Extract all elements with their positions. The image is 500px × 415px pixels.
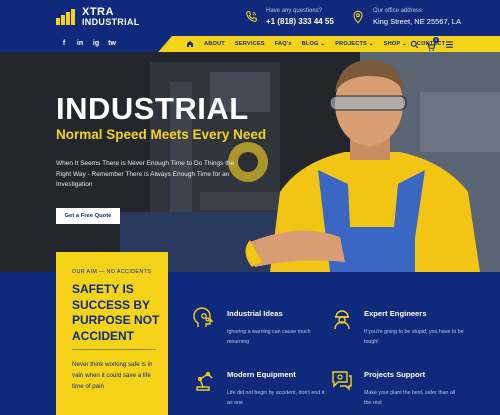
cart-icon (426, 43, 436, 51)
page: XTRA INDUSTRIAL Have any questions? +1 (… (0, 0, 500, 415)
social-links: f in ig tw (60, 39, 116, 49)
menu-hamburger-icon[interactable] (445, 40, 454, 49)
nav-menu: ABOUT SERVICES FAQ's BLOG ⌄ PROJECTS ⌄ S… (186, 36, 445, 52)
phone-number[interactable]: +1 (818) 333 44 55 (266, 16, 334, 27)
aim-title: SAFETY IS SUCCESS BY PURPOSE NOT ACCIDEN… (72, 282, 160, 343)
feature-text: Ignoring a warning can cause much mourni… (227, 329, 311, 345)
logo-bars-icon (56, 9, 76, 25)
hero-description: When It Seems There is Never Enough Time… (56, 160, 235, 188)
hero-title: INDUSTRIAL (56, 91, 249, 126)
facebook-icon[interactable]: f (60, 39, 68, 49)
feature-title: Modern Equipment (227, 370, 296, 379)
logo-text: XTRA INDUSTRIAL (82, 6, 140, 28)
feature-text: If you're going to be stupid, you have t… (364, 329, 464, 345)
address-contact[interactable]: Our office address King Street, NE 25567… (351, 7, 461, 27)
feature-text: Life did not begin by accident, don't en… (227, 390, 325, 406)
nav-faqs[interactable]: FAQ's (275, 41, 292, 47)
instagram-icon[interactable]: ig (92, 39, 100, 49)
top-header: XTRA INDUSTRIAL Have any questions? +1 (… (0, 0, 500, 36)
aim-card: OUR AIM — NO ACCIDENTS SAFETY IS SUCCESS… (56, 252, 168, 415)
twitter-icon[interactable]: tw (108, 39, 116, 49)
logo-line2: INDUSTRIAL (82, 17, 140, 27)
logo[interactable]: XTRA INDUSTRIAL (56, 7, 140, 27)
nav-about[interactable]: ABOUT (204, 41, 225, 47)
feature-title: Industrial Ideas (227, 309, 283, 318)
nav-services[interactable]: SERVICES (235, 41, 265, 47)
main-nav: f in ig tw ABOUT SERVICES FAQ's BLOG ⌄ P… (0, 36, 500, 52)
cart-button[interactable]: 0 (426, 37, 439, 51)
linkedin-icon[interactable]: in (76, 39, 84, 49)
aim-text: Never think working safe is in vain when… (72, 361, 153, 390)
robot-arm-icon (196, 371, 213, 391)
phone-label: Have any questions? (266, 8, 323, 14)
phone-icon (246, 11, 257, 22)
nav-icons: 0 (410, 37, 454, 51)
nav-blog[interactable]: BLOG ⌄ (302, 41, 326, 47)
feature-title: Expert Engineers (364, 309, 427, 318)
nav-shop[interactable]: SHOP ⌄ (384, 41, 407, 47)
address-label: Our office address (373, 8, 422, 14)
home-icon[interactable] (186, 40, 194, 48)
get-quote-button[interactable]: Get a Free Quote (56, 208, 120, 224)
engineer-icon (334, 310, 350, 330)
feature-title: Projects Support (364, 370, 426, 379)
map-pin-icon (353, 10, 363, 24)
gears-head-icon (193, 307, 214, 327)
nav-projects[interactable]: PROJECTS ⌄ (335, 41, 373, 47)
hero-subtitle: Normal Speed Meets Every Need (56, 127, 267, 142)
search-icon[interactable] (410, 40, 419, 49)
phone-contact[interactable]: Have any questions? +1 (818) 333 44 55 (244, 7, 334, 27)
logo-line1: XTRA (82, 6, 114, 18)
aim-label: OUR AIM — NO ACCIDENTS (72, 269, 152, 275)
support-chat-icon (332, 371, 352, 391)
cart-count: 0 (433, 37, 439, 43)
address-value: King Street, NE 25567, LA (373, 17, 461, 26)
aim-divider (72, 349, 156, 350)
feature-text: Make your plant the best, safer than all… (364, 390, 456, 406)
